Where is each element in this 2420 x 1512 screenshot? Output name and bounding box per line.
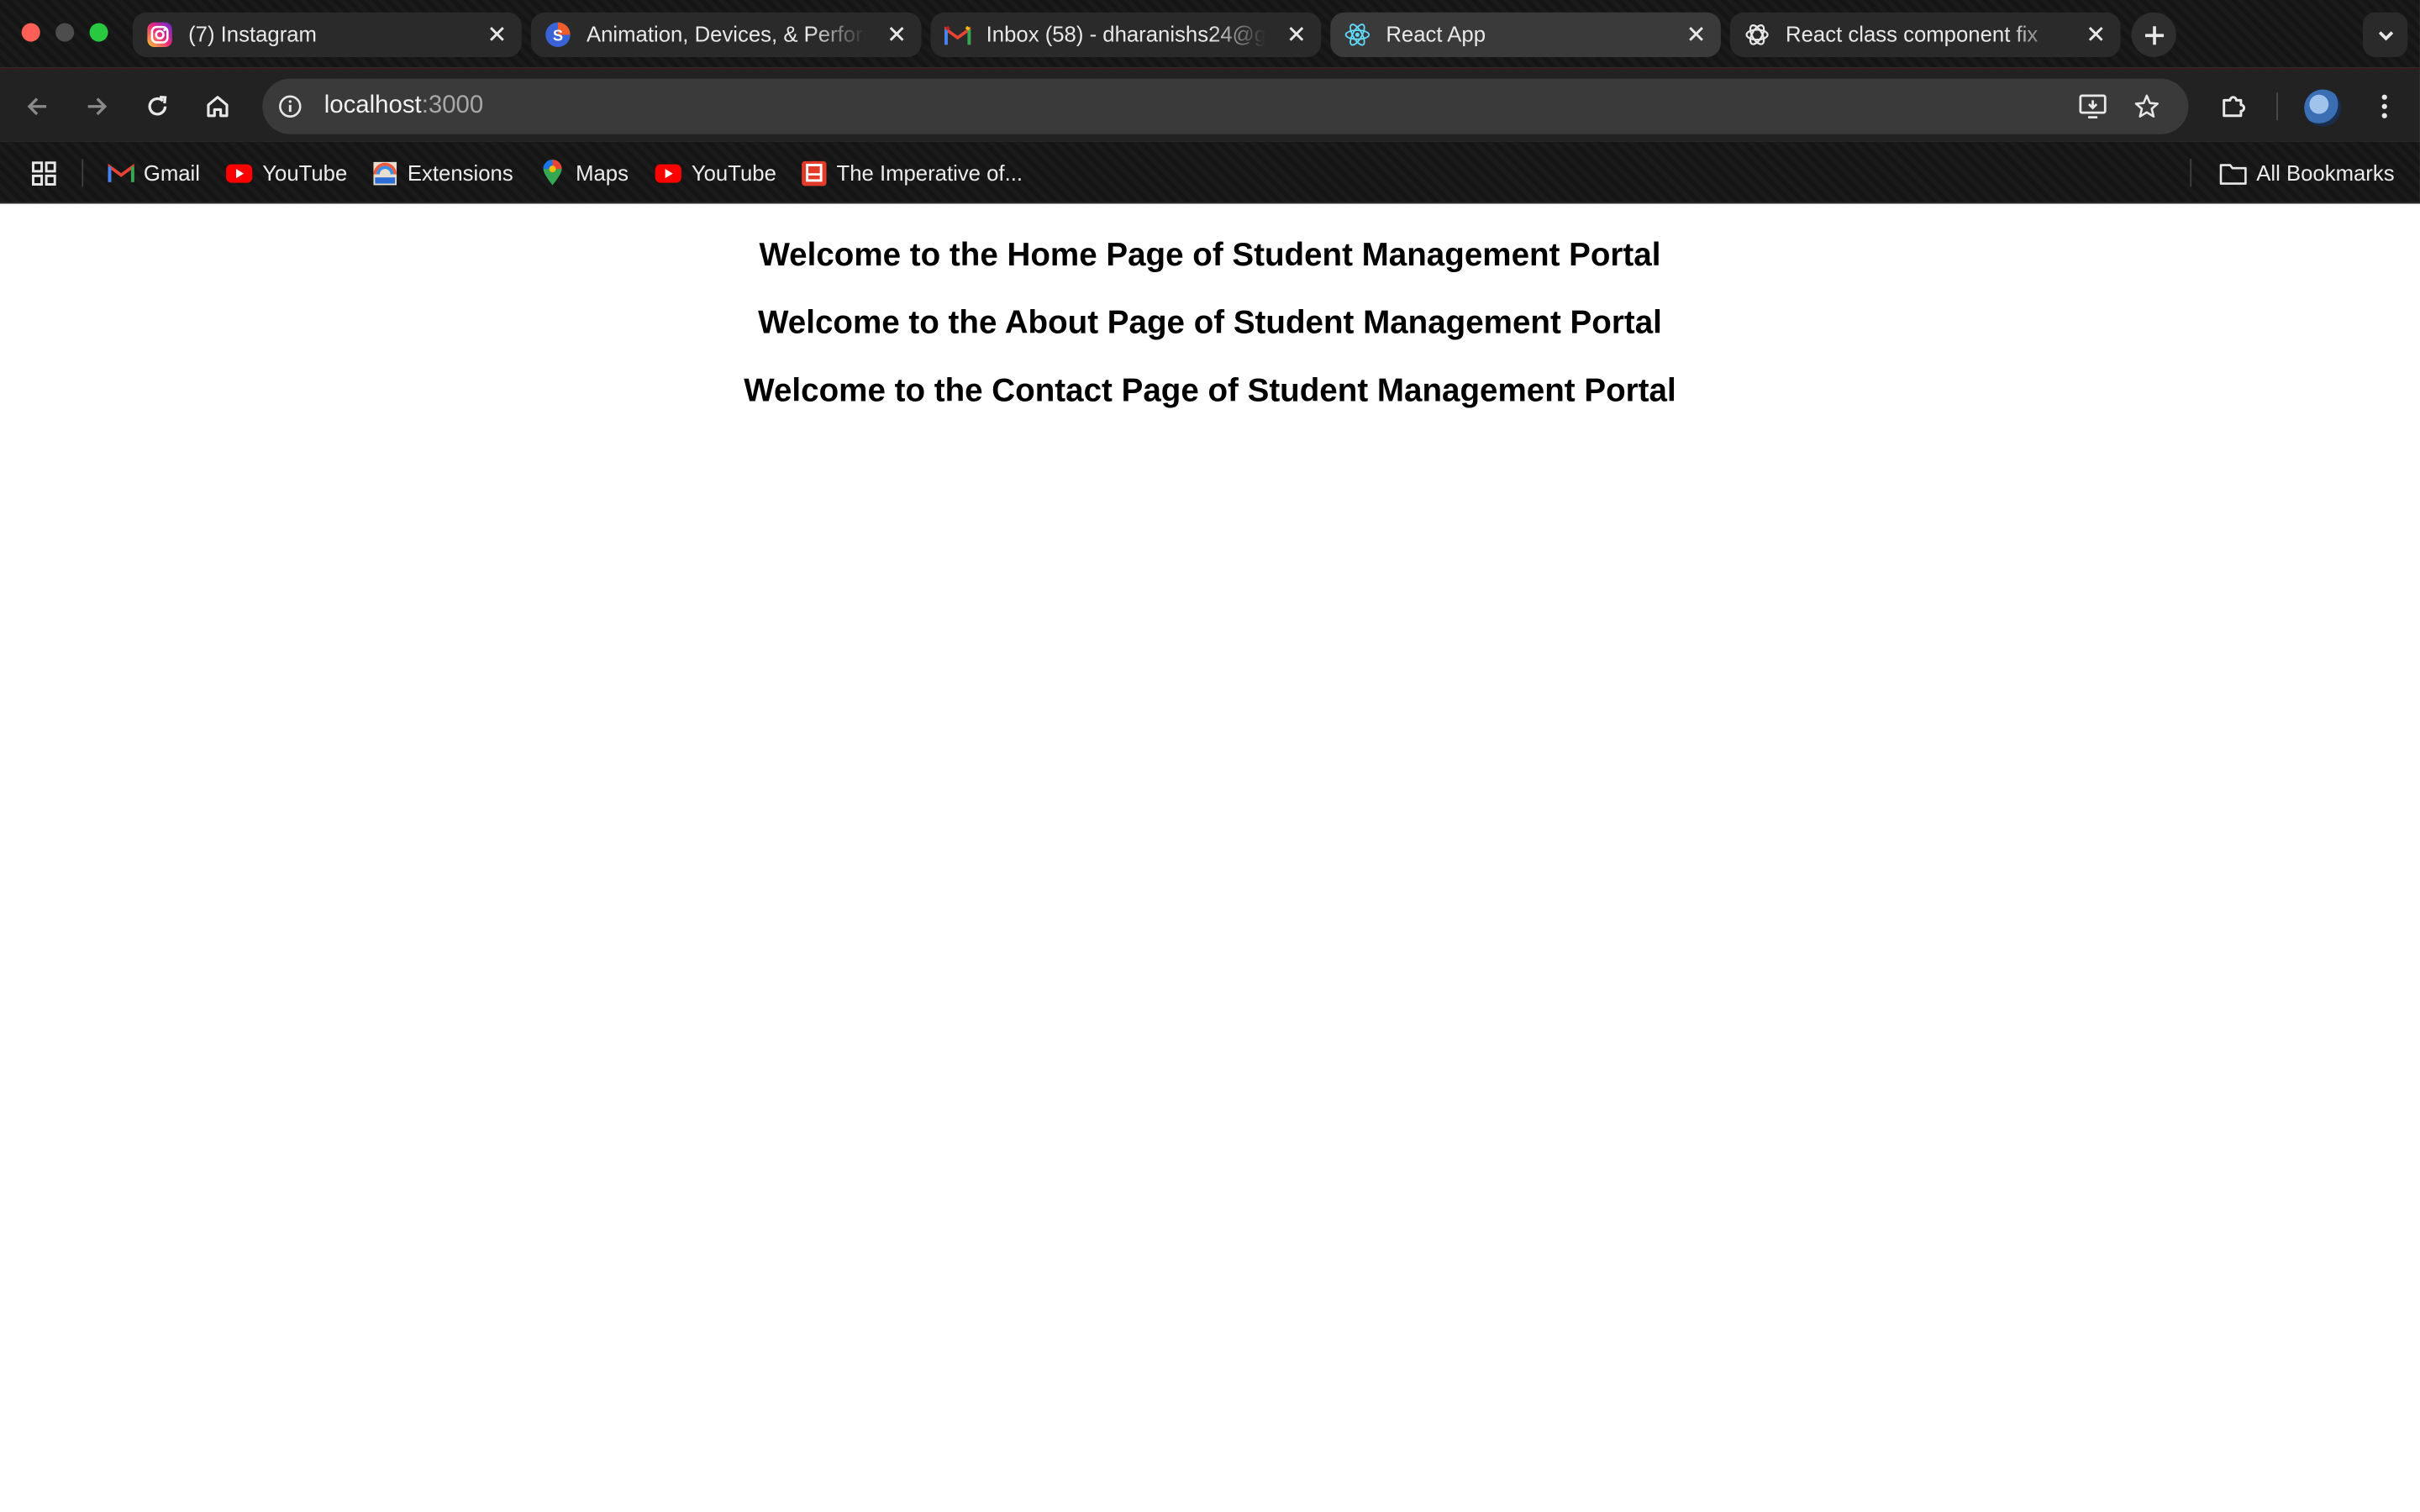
bookmark-gmail[interactable]: Gmail bbox=[107, 159, 200, 186]
bookmarks-bar: Gmail YouTube Extensions Maps YouTube Th… bbox=[0, 141, 2420, 204]
bookmark-label: YouTube bbox=[262, 160, 348, 186]
youtube-icon bbox=[655, 159, 682, 186]
tab-search-button[interactable] bbox=[2362, 12, 2408, 57]
bookmark-label: Gmail bbox=[143, 160, 200, 186]
bookmark-youtube-2[interactable]: YouTube bbox=[655, 159, 776, 186]
tab-title: React App bbox=[1386, 21, 1486, 47]
bookmarks-divider bbox=[82, 159, 84, 187]
back-button[interactable] bbox=[15, 85, 58, 128]
gmail-icon bbox=[107, 159, 134, 186]
extensions-button[interactable] bbox=[2212, 85, 2254, 128]
svg-text:S: S bbox=[553, 26, 563, 44]
maps-icon bbox=[539, 159, 566, 186]
site-info-icon[interactable] bbox=[275, 91, 306, 122]
page-content: Welcome to the Home Page of Student Mana… bbox=[0, 205, 2420, 1512]
profile-avatar[interactable] bbox=[2304, 89, 2342, 127]
bookmark-label: Extensions bbox=[407, 160, 513, 186]
swift-icon: S bbox=[544, 22, 571, 48]
forward-button[interactable] bbox=[76, 85, 118, 128]
close-window-button[interactable] bbox=[21, 23, 40, 42]
bookmark-youtube[interactable]: YouTube bbox=[225, 159, 347, 186]
all-bookmarks-label: All Bookmarks bbox=[2256, 160, 2395, 186]
puzzle-icon bbox=[2223, 96, 2246, 118]
chatgpt-icon bbox=[1744, 22, 1770, 48]
address-bar[interactable]: localhost:3000 bbox=[262, 78, 2189, 134]
bookmark-imperative[interactable]: The Imperative of... bbox=[799, 159, 1023, 186]
extensions-icon bbox=[371, 159, 398, 186]
bookmark-star-icon[interactable] bbox=[2131, 91, 2162, 122]
arrow-right-icon bbox=[87, 97, 108, 116]
url-host: localhost bbox=[324, 92, 422, 119]
react-icon bbox=[1344, 22, 1370, 48]
browser-window: (7) Instagram S Animation, Devices, & Pe… bbox=[0, 0, 2420, 1512]
bookmark-label: YouTube bbox=[691, 160, 776, 186]
tab-gmail-inbox[interactable]: Inbox (58) - dharanishs24@gmail.com bbox=[930, 12, 1322, 57]
tab-title: (7) Instagram bbox=[188, 21, 317, 47]
tab-react-class-fix[interactable]: React class component fix bbox=[1729, 12, 2121, 57]
bookmark-label: The Imperative of... bbox=[836, 160, 1023, 186]
apps-grid-icon bbox=[29, 159, 57, 186]
toolbar: localhost:3000 bbox=[0, 67, 2420, 142]
close-tab-icon[interactable] bbox=[1686, 24, 1707, 45]
tab-strip: (7) Instagram S Animation, Devices, & Pe… bbox=[0, 0, 2420, 68]
all-bookmarks-button[interactable]: All Bookmarks bbox=[2219, 159, 2395, 186]
home-heading: Welcome to the Home Page of Student Mana… bbox=[759, 237, 1661, 274]
contact-heading: Welcome to the Contact Page of Student M… bbox=[744, 373, 1676, 409]
home-icon bbox=[207, 96, 229, 118]
reload-button[interactable] bbox=[136, 85, 179, 128]
tab-animation-devices[interactable]: S Animation, Devices, & Performance bbox=[530, 12, 922, 57]
home-button[interactable] bbox=[196, 85, 239, 128]
arrow-left-icon bbox=[27, 97, 47, 116]
url-text[interactable]: localhost:3000 bbox=[324, 92, 484, 120]
close-tab-icon[interactable] bbox=[2085, 24, 2107, 45]
kebab-menu-icon bbox=[2381, 94, 2387, 118]
folder-icon bbox=[2219, 159, 2247, 186]
close-tab-icon[interactable] bbox=[886, 24, 908, 45]
tab-react-app[interactable]: React App bbox=[1330, 12, 1721, 57]
tab-title: React class component fix bbox=[1786, 21, 2039, 47]
close-tab-icon[interactable] bbox=[487, 24, 508, 45]
reload-icon bbox=[148, 96, 167, 116]
tab-instagram[interactable]: (7) Instagram bbox=[132, 12, 522, 57]
url-port: :3000 bbox=[421, 92, 484, 119]
youtube-icon bbox=[225, 159, 253, 186]
minimize-window-button[interactable] bbox=[55, 23, 75, 42]
maximize-window-button[interactable] bbox=[89, 23, 108, 42]
bookmarks-divider bbox=[2190, 159, 2192, 187]
bookmark-extensions[interactable]: Extensions bbox=[371, 159, 513, 186]
gmail-icon bbox=[944, 22, 971, 48]
bookmark-maps[interactable]: Maps bbox=[539, 159, 629, 186]
new-tab-button[interactable] bbox=[2131, 12, 2176, 57]
browser-menu-button[interactable] bbox=[2363, 85, 2406, 128]
close-tab-icon[interactable] bbox=[1286, 24, 1307, 45]
tab-title: Inbox (58) - dharanishs24@gmail.com bbox=[986, 21, 1266, 47]
tab-title: Animation, Devices, & Performance bbox=[586, 21, 865, 47]
install-app-icon[interactable] bbox=[2077, 91, 2108, 122]
bookmark-label: Maps bbox=[576, 160, 629, 186]
about-heading: Welcome to the About Page of Student Man… bbox=[758, 305, 1662, 341]
toolbar-divider bbox=[2276, 92, 2278, 121]
instagram-icon bbox=[146, 22, 172, 48]
apps-button[interactable] bbox=[29, 159, 66, 186]
chevron-down-icon bbox=[2377, 30, 2393, 40]
bookmark-page-icon bbox=[799, 159, 827, 186]
plus-icon bbox=[2144, 25, 2164, 45]
